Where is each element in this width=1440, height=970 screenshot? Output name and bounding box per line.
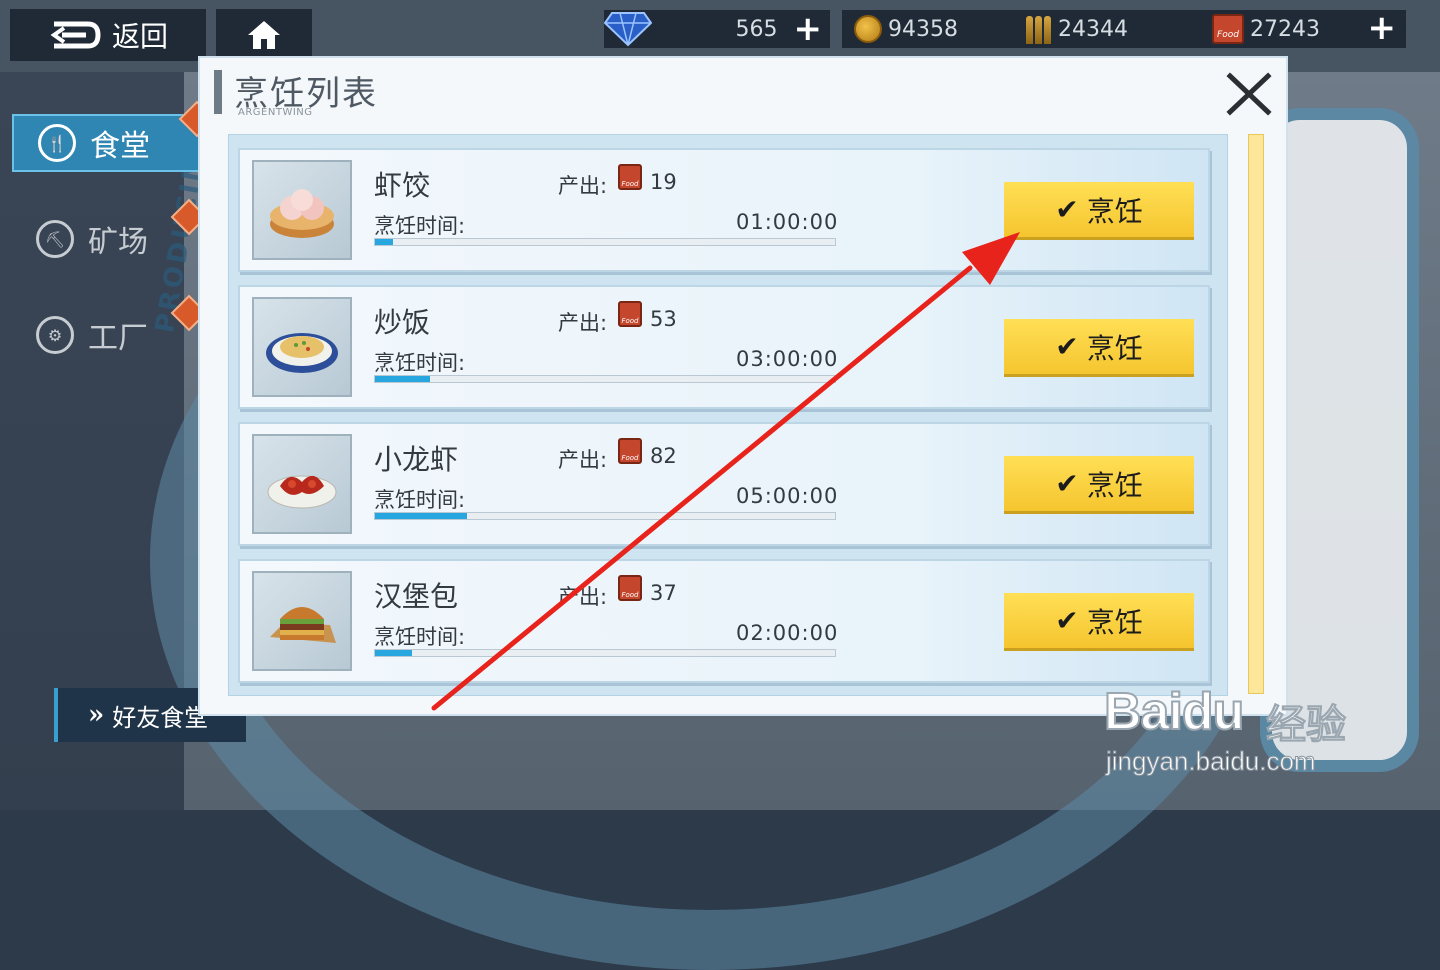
cooking-list-dialog: 烹饪列表 ARGENTWING 虾饺 产出: Food 19 烹饪时间: 01:… — [200, 58, 1286, 714]
cook-button[interactable]: ✔ 烹饪 — [1004, 319, 1194, 377]
hamburger-icon — [270, 607, 336, 643]
dish-image — [252, 160, 352, 260]
diamond-counter: 565 + — [604, 10, 830, 48]
food-icon: Food — [618, 575, 642, 601]
output-label: 产出: — [558, 448, 608, 472]
cook-button[interactable]: ✔ 烹饪 — [1004, 182, 1194, 240]
food-icon: Food — [618, 164, 642, 190]
output-label: 产出: — [558, 174, 608, 198]
recipe-row: 炒饭 产出: Food 53 烹饪时间: 03:00:00 ✔ 烹饪 — [238, 285, 1210, 409]
cook-button[interactable]: ✔ 烹饪 — [1004, 593, 1194, 651]
cook-time-value: 02:00:00 — [736, 621, 839, 645]
cook-time-label: 烹饪时间: — [374, 214, 466, 238]
recipe-row: 虾饺 产出: Food 19 烹饪时间: 01:00:00 ✔ 烹饪 — [238, 148, 1210, 272]
cook-progress-bar — [374, 649, 836, 657]
double-chevron-icon: » — [88, 700, 105, 730]
sidebar-item-label: 食堂 — [90, 129, 150, 164]
recipe-row: 汉堡包 产出: Food 37 烹饪时间: 02:00:00 ✔ 烹饪 — [238, 559, 1210, 683]
cook-time-value: 03:00:00 — [736, 347, 839, 371]
check-icon: ✔ — [1055, 330, 1079, 363]
cook-button-label: 烹饪 — [1086, 194, 1143, 228]
scrollbar[interactable] — [1248, 134, 1264, 694]
dish-image — [252, 571, 352, 671]
fried-rice-icon — [266, 333, 338, 373]
friend-canteen-label: 好友食堂 — [112, 703, 209, 732]
food-icon: Food — [1212, 14, 1244, 44]
dish-name: 小龙虾 — [374, 443, 459, 476]
back-button[interactable]: 返回 — [10, 9, 206, 61]
coin-icon — [854, 15, 882, 43]
cook-time-value: 01:00:00 — [736, 210, 839, 234]
sidebar-item-canteen[interactable]: 🍴 食堂 — [12, 114, 202, 172]
progress-fill — [375, 513, 467, 519]
add-resource-button[interactable]: + — [1368, 11, 1397, 45]
check-icon: ✔ — [1055, 467, 1079, 500]
cook-progress-bar — [374, 238, 836, 246]
dish-name: 汉堡包 — [374, 580, 459, 613]
cook-button-label: 烹饪 — [1086, 331, 1143, 365]
cutlery-icon: 🍴 — [38, 124, 76, 162]
progress-fill — [375, 376, 431, 382]
check-icon: ✔ — [1055, 193, 1079, 226]
recipe-row: 小龙虾 产出: Food 82 烹饪时间: 05:00:00 ✔ 烹饪 — [238, 422, 1210, 546]
output-value: 82 — [650, 444, 677, 468]
resource-counter: 94358 24344 Food 27243 + — [842, 10, 1406, 48]
watermark-cn: 经验 — [1266, 702, 1347, 749]
scrollbar-thumb[interactable] — [1248, 134, 1264, 694]
crayfish-icon — [267, 475, 337, 509]
ammo-value: 24344 — [1058, 16, 1128, 42]
food-icon: Food — [618, 438, 642, 464]
cook-button-label: 烹饪 — [1086, 605, 1143, 639]
dish-name: 虾饺 — [374, 169, 431, 202]
sidebar-item-label: 工厂 — [88, 321, 148, 356]
shrimp-dumpling-icon — [270, 189, 334, 238]
cook-button[interactable]: ✔ 烹饪 — [1004, 456, 1194, 514]
coin-value: 94358 — [888, 16, 958, 42]
back-label: 返回 — [112, 20, 169, 53]
title-accent-bar — [214, 70, 222, 114]
mine-icon: ⛏ — [36, 220, 74, 258]
back-arrow-icon — [50, 21, 101, 49]
cook-button-label: 烹饪 — [1086, 468, 1143, 502]
output-value: 37 — [650, 581, 677, 605]
dish-image — [252, 434, 352, 534]
sidebar-item-label: 矿场 — [88, 225, 148, 260]
add-diamond-button[interactable]: + — [794, 12, 823, 46]
close-button[interactable] — [1224, 72, 1274, 116]
cook-time-label: 烹饪时间: — [374, 488, 466, 512]
diamond-value: 565 — [735, 16, 778, 42]
food-icon: Food — [618, 301, 642, 327]
output-label: 产出: — [558, 585, 608, 609]
cook-time-value: 05:00:00 — [736, 484, 839, 508]
cook-progress-bar — [374, 512, 836, 520]
cook-time-label: 烹饪时间: — [374, 625, 466, 649]
progress-fill — [375, 650, 412, 656]
output-value: 53 — [650, 307, 677, 331]
progress-fill — [375, 239, 394, 245]
home-button[interactable] — [216, 9, 312, 61]
close-icon — [1226, 72, 1272, 116]
check-icon: ✔ — [1055, 604, 1079, 637]
home-icon — [248, 21, 280, 49]
dialog-subtitle: ARGENTWING — [238, 107, 313, 118]
cook-time-label: 烹饪时间: — [374, 351, 466, 375]
output-label: 产出: — [558, 311, 608, 335]
factory-icon: ⚙ — [36, 316, 74, 354]
baidu-watermark: Baidu 经验 jingyan.baidu.com — [1103, 652, 1364, 782]
dish-name: 炒饭 — [374, 306, 431, 339]
diamond-icon — [604, 12, 652, 47]
watermark-logo: Baidu — [1103, 682, 1245, 742]
ammo-icon — [1026, 14, 1052, 44]
watermark-url: jingyan.baidu.com — [1106, 746, 1317, 777]
dish-image — [252, 297, 352, 397]
food-value: 27243 — [1250, 16, 1320, 42]
cook-progress-bar — [374, 375, 836, 383]
output-value: 19 — [650, 170, 677, 194]
